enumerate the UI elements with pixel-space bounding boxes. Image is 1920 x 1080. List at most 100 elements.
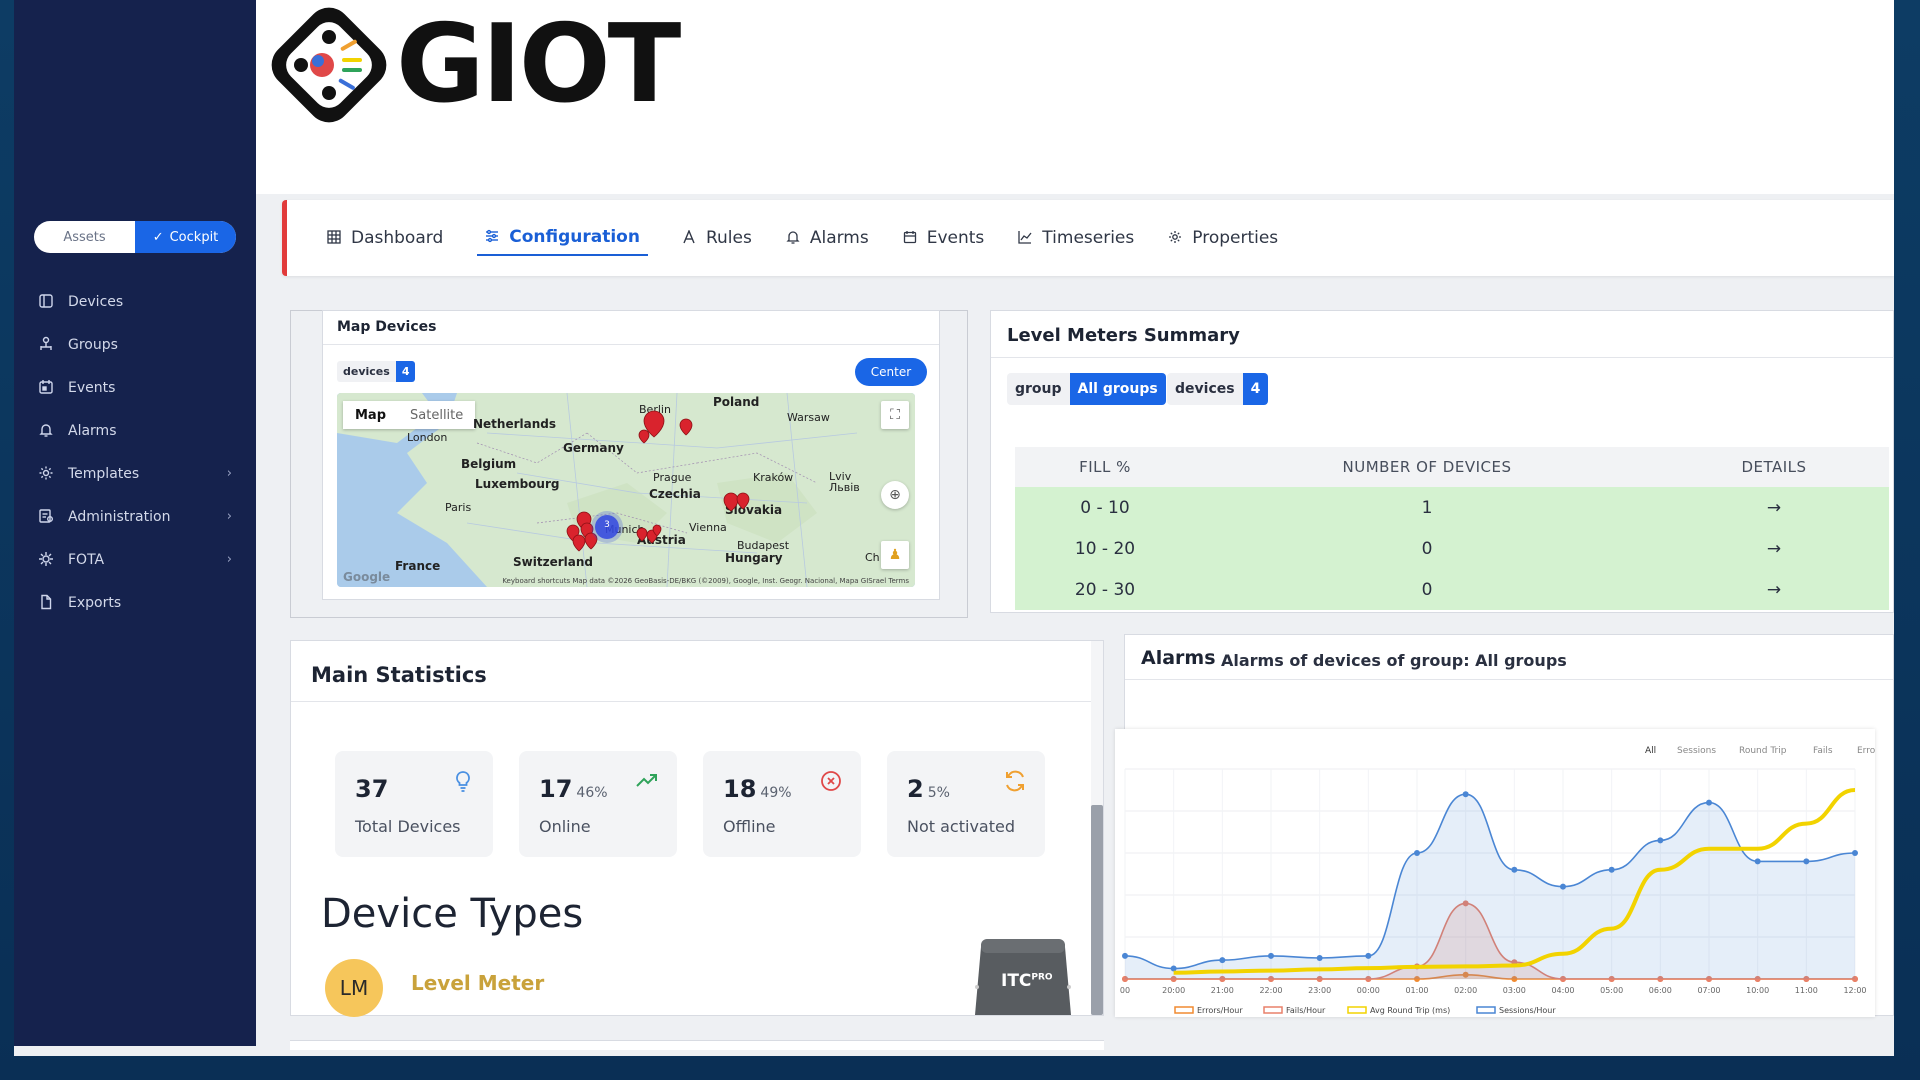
tab-configuration[interactable]: Configuration (477, 220, 648, 256)
line-chart-icon (1018, 230, 1034, 246)
arrow-right-icon[interactable]: → (1659, 569, 1889, 610)
chart-x-tick-label: 06:00 (1649, 986, 1672, 995)
sidebar-item-fota[interactable]: FOTA › (14, 538, 256, 581)
chart-point (1268, 952, 1274, 959)
chart-filter-button[interactable]: Sessions (1677, 746, 1716, 756)
device-types-title: Device Types (321, 891, 584, 937)
sidebar-item-label: Templates (68, 465, 140, 482)
chevron-right-icon: › (226, 552, 232, 567)
stat-label: Offline (723, 817, 776, 836)
map-attribution: Keyboard shortcuts Map data ©2026 GeoBas… (502, 577, 909, 585)
center-button[interactable]: Center (855, 358, 927, 386)
column-header-details: DETAILS (1659, 447, 1889, 487)
chart-legend-swatch (1347, 1006, 1367, 1014)
stat-label: Online (539, 817, 591, 836)
chart-point (1170, 965, 1177, 972)
main-statistics-panel: Main Statistics 37 Total Devices 17 46% O… (290, 640, 1104, 1017)
divider (323, 344, 939, 345)
group-filter-chip[interactable]: group All groups (1007, 373, 1166, 405)
stat-card-online[interactable]: 17 46% Online (519, 751, 677, 857)
chart-point (1754, 858, 1761, 865)
devices-icon (38, 293, 56, 311)
stat-card-not-activated[interactable]: 2 5% Not activated (887, 751, 1045, 857)
bell-icon (786, 230, 802, 246)
sidebar-item-label: Exports (68, 594, 122, 611)
stat-label: Not activated (907, 817, 1015, 836)
stat-value: 2 5% (907, 775, 950, 803)
gear-icon (1168, 230, 1184, 246)
stat-value: 18 49% (723, 775, 792, 803)
devices-badge-label: devices (337, 360, 396, 382)
sidebar-item-alarms[interactable]: Alarms (14, 409, 256, 452)
chart-x-tick-label: 12:00 (1843, 986, 1866, 995)
stat-value: 17 46% (539, 775, 608, 803)
cockpit-toggle-button[interactable]: ✓ Cockpit (135, 221, 236, 253)
gear-icon (38, 465, 56, 483)
group-chip-value: All groups (1069, 373, 1166, 405)
cluster-count[interactable]: 3 (601, 520, 613, 530)
sidebar-item-events[interactable]: Events (14, 366, 256, 409)
check-icon: ✓ (152, 229, 164, 245)
sidebar-item-groups[interactable]: Groups (14, 323, 256, 366)
brand-name: GIOT (396, 2, 681, 127)
tab-properties[interactable]: Properties (1168, 220, 1278, 256)
chart-x-tick-label: 20:00 (1162, 986, 1185, 995)
map-view[interactable]: Map Satellite ⛶ ⊕ ♟ Poland Berlin Warsaw… (337, 393, 915, 587)
chart-filter-button[interactable]: Fails (1813, 746, 1833, 756)
chart-filter-button[interactable]: Errors (1857, 746, 1884, 756)
count-cell: 0 (1195, 569, 1659, 610)
table-row: 20 - 30 0 → (1015, 569, 1889, 610)
stat-card-total-devices[interactable]: 37 Total Devices (335, 751, 493, 857)
main-statistics-title: Main Statistics (311, 663, 487, 687)
chart-legend-label: Errors/Hour (1197, 1006, 1243, 1015)
tab-bar: Dashboard Configuration Rules Alarms Eve… (282, 200, 1894, 276)
tab-rules[interactable]: Rules (682, 220, 752, 256)
tab-events[interactable]: Events (903, 220, 984, 256)
tab-timeseries[interactable]: Timeseries (1018, 220, 1134, 256)
stat-percent: 5% (927, 785, 950, 801)
stat-card-offline[interactable]: 18 49% Offline (703, 751, 861, 857)
chart-point (1511, 866, 1518, 873)
arrow-right-icon[interactable]: → (1659, 487, 1889, 528)
sidebar-item-devices[interactable]: Devices (14, 280, 256, 323)
arrow-right-icon[interactable]: → (1659, 528, 1889, 569)
tab-alarms[interactable]: Alarms (786, 220, 869, 256)
chart-point (1365, 952, 1372, 959)
tab-label: Timeseries (1042, 228, 1135, 248)
tab-dashboard[interactable]: Dashboard (327, 220, 443, 256)
sidebar-item-administration[interactable]: Administration › (14, 495, 256, 538)
device-image-label-sup: PRO (1031, 972, 1053, 983)
chart-legend-swatch (1174, 1006, 1194, 1014)
admin-icon (38, 508, 56, 526)
stat-label: Total Devices (355, 817, 461, 836)
chart-point (1706, 799, 1712, 806)
chart-filter-button[interactable]: All (1645, 746, 1656, 756)
chart-x-tick-label: 01:00 (1405, 986, 1428, 995)
sidebar-item-exports[interactable]: Exports (14, 581, 256, 624)
alarms-chart: 00 20:00 21:00 22:00 23:00 00:00 01:00 02:00 03:… (1115, 729, 1884, 1017)
events-icon (38, 379, 56, 397)
cockpit-label: Cockpit (169, 229, 219, 245)
alarms-panel: Alarms Alarms of devices of group: All g… (1115, 634, 1894, 1017)
google-logo: Google (343, 570, 391, 584)
lightbulb-icon (456, 771, 470, 792)
table-icon (327, 230, 343, 246)
map-markers (566, 410, 750, 552)
stat-number: 2 (907, 775, 924, 803)
sidebar-item-templates[interactable]: Templates › (14, 452, 256, 495)
devices-chip-value: 4 (1242, 373, 1269, 405)
group-chip-label: group (1007, 373, 1070, 405)
device-type-name[interactable]: Level Meter (411, 971, 544, 995)
column-header-number-of-devices: NUMBER OF DEVICES (1195, 447, 1659, 487)
scrollbar-thumb[interactable] (1091, 805, 1103, 1015)
sidebar-item-label: FOTA (68, 551, 105, 568)
fill-cell: 0 - 10 (1015, 487, 1195, 528)
bell-icon (38, 422, 56, 440)
devices-filter-chip[interactable]: devices 4 (1167, 373, 1269, 405)
chart-area-0 (1125, 794, 1855, 979)
assets-toggle-button[interactable]: Assets (34, 221, 135, 253)
chart-x-tick-label: 02:00 (1454, 986, 1477, 995)
chart-x-tick-label: 03:00 (1503, 986, 1526, 995)
chart-x-tick-label: 21:00 (1211, 986, 1234, 995)
chart-filter-button[interactable]: Round Trip (1739, 746, 1787, 756)
